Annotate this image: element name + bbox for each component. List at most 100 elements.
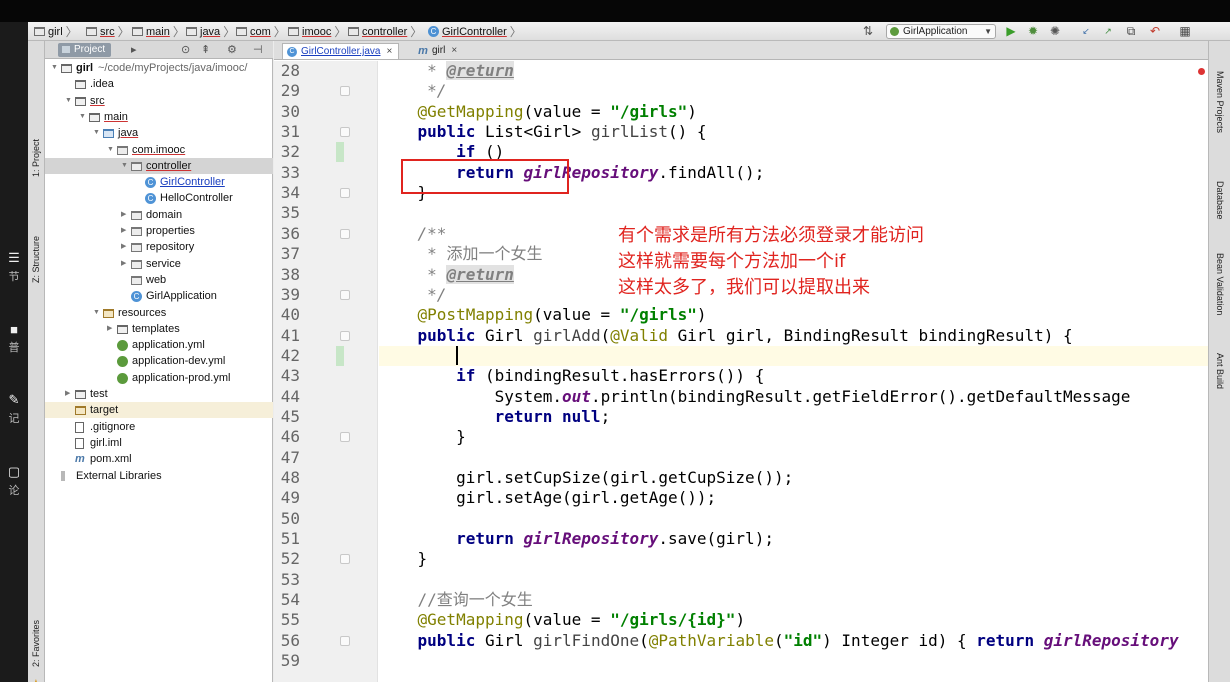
project-view-selector[interactable]: Project xyxy=(58,43,112,57)
fold-marker-icon[interactable] xyxy=(340,289,350,300)
fold-marker-icon[interactable] xyxy=(340,554,350,565)
structure-tool-tab[interactable]: Z: Structure xyxy=(28,213,45,283)
code-line[interactable]: */ xyxy=(379,81,1208,101)
tree-item-girl[interactable]: ▼ girl ~/code/myProjects/java/imooc/ xyxy=(45,60,273,76)
tree-item-application-yml[interactable]: application.yml xyxy=(45,337,273,353)
chevron-right-icon[interactable]: ▶ xyxy=(65,386,73,402)
code-line[interactable]: //查询一个女生 xyxy=(379,590,1208,610)
code-line[interactable]: girl.setCupSize(girl.getCupSize()); xyxy=(379,468,1208,488)
breadcrumb-girlcontroller[interactable]: C GirlController 〉 xyxy=(428,24,522,39)
code-line[interactable] xyxy=(379,651,1208,671)
breadcrumb-imooc[interactable]: imooc 〉 xyxy=(288,24,346,39)
tree-item-girlapplication[interactable]: C GirlApplication xyxy=(45,288,273,304)
tree-item-external-libraries[interactable]: External Libraries xyxy=(45,468,273,484)
fold-marker-icon[interactable] xyxy=(340,330,350,341)
close-icon[interactable]: × xyxy=(386,46,392,57)
code-line[interactable]: } xyxy=(379,427,1208,447)
code-line[interactable]: public List<Girl> girlList() { xyxy=(379,122,1208,142)
project-tool-tab[interactable]: 1: Project xyxy=(28,117,45,177)
run-configuration-select[interactable]: GirlApplication ▼ xyxy=(886,24,996,39)
breadcrumb-java[interactable]: java 〉 xyxy=(186,24,235,39)
tree-item-idea[interactable]: .idea xyxy=(45,76,273,92)
tree-item-main[interactable]: ▼ main xyxy=(45,109,273,125)
code-line[interactable]: } xyxy=(379,549,1208,569)
tree-item-domain[interactable]: ▶ domain xyxy=(45,207,273,223)
tree-item-properties[interactable]: ▶ properties xyxy=(45,223,273,239)
fold-marker-icon[interactable] xyxy=(340,86,350,97)
code-line[interactable] xyxy=(379,345,1208,366)
code-line[interactable]: return null; xyxy=(379,407,1208,427)
breadcrumb-main[interactable]: main 〉 xyxy=(132,24,185,39)
chevron-right-icon[interactable]: ▸ xyxy=(131,43,137,56)
tree-item-gitignore[interactable]: .gitignore xyxy=(45,419,273,435)
tree-item-girl-iml[interactable]: girl.iml xyxy=(45,435,273,451)
fold-marker-icon[interactable] xyxy=(340,127,350,138)
tree-item-com-imooc[interactable]: ▼ com.imooc xyxy=(45,142,273,158)
code-area[interactable]: * @return */ @GetMapping(value = "/girls… xyxy=(379,61,1208,682)
bean-validation-tab[interactable]: Bean Validation xyxy=(1213,253,1229,339)
coverage-icon[interactable]: ✺ xyxy=(1048,24,1062,39)
tree-item-pom-xml[interactable]: m pom.xml xyxy=(45,451,273,467)
chevron-down-icon[interactable]: ▼ xyxy=(93,125,101,141)
chevron-right-icon[interactable]: ▶ xyxy=(107,321,115,337)
tree-item-hellocontroller[interactable]: C HelloController xyxy=(45,190,273,206)
code-line[interactable]: girl.setAge(girl.getAge()); xyxy=(379,488,1208,508)
code-line[interactable]: public Girl girlFindOne(@PathVariable("i… xyxy=(379,631,1208,651)
maven-projects-tab[interactable]: Maven Projects xyxy=(1213,71,1229,161)
run-icon[interactable]: ▶ xyxy=(1004,24,1018,39)
project-structure-icon[interactable]: ▦ xyxy=(1178,24,1192,39)
debug-icon[interactable]: ✹ xyxy=(1026,24,1040,39)
tree-item-java[interactable]: ▼ java xyxy=(45,125,273,141)
chevron-down-icon[interactable]: ▼ xyxy=(51,60,59,76)
chevron-right-icon[interactable]: ▶ xyxy=(121,256,129,272)
chevron-down-icon[interactable]: ▼ xyxy=(93,305,101,321)
code-line[interactable] xyxy=(379,203,1208,223)
project-tool-icon[interactable] xyxy=(28,45,45,57)
fold-marker-icon[interactable] xyxy=(340,188,350,199)
fold-marker-icon[interactable] xyxy=(340,635,350,646)
tree-item-test[interactable]: ▶ test xyxy=(45,386,273,402)
error-marker-icon[interactable] xyxy=(1198,68,1205,75)
chevron-down-icon[interactable]: ▼ xyxy=(79,109,87,125)
code-line[interactable]: * @return xyxy=(379,61,1208,81)
collapse-all-icon[interactable]: ⇞ xyxy=(201,43,210,56)
breadcrumb-src[interactable]: src 〉 xyxy=(86,24,130,39)
tree-item-application-dev-yml[interactable]: application-dev.yml xyxy=(45,353,273,369)
fold-marker-icon[interactable] xyxy=(340,228,350,239)
fold-marker-icon[interactable] xyxy=(340,432,350,443)
tab-girlcontroller[interactable]: C GirlController.java × xyxy=(282,43,400,59)
vcs-update-icon[interactable]: ↙ xyxy=(1078,24,1094,39)
chevron-down-icon[interactable]: ▼ xyxy=(121,158,129,174)
code-line[interactable]: @GetMapping(value = "/girls") xyxy=(379,102,1208,122)
quality-button[interactable]: ■ 普 xyxy=(0,322,28,355)
breadcrumb-girl[interactable]: girl 〉 xyxy=(34,24,78,39)
tree-item-controller[interactable]: ▼ controller xyxy=(45,157,273,174)
tree-item-service[interactable]: ▶ service xyxy=(45,256,273,272)
breadcrumb-com[interactable]: com 〉 xyxy=(236,24,286,39)
revert-icon[interactable]: ↶ xyxy=(1148,24,1162,39)
comments-button[interactable]: ▢ 论 xyxy=(0,464,28,498)
vcs-commit-icon[interactable]: ↗ xyxy=(1100,24,1116,39)
tree-item-repository[interactable]: ▶ repository xyxy=(45,239,273,255)
code-line[interactable]: @PostMapping(value = "/girls") xyxy=(379,305,1208,325)
code-line[interactable]: System.out.println(bindingResult.getFiel… xyxy=(379,387,1208,407)
tree-item-application-prod-yml[interactable]: application-prod.yml xyxy=(45,370,273,386)
tree-item-src[interactable]: ▼ src xyxy=(45,93,273,109)
breadcrumb-controller[interactable]: controller 〉 xyxy=(348,24,422,39)
tree-item-girlcontroller[interactable]: C GirlController xyxy=(45,174,273,190)
code-line[interactable]: public Girl girlAdd(@Valid Girl girl, Bi… xyxy=(379,326,1208,346)
chevron-down-icon[interactable]: ▼ xyxy=(65,93,73,109)
notes-button[interactable]: ✎ 记 xyxy=(0,392,28,426)
code-line[interactable]: if (bindingResult.hasErrors()) { xyxy=(379,366,1208,386)
close-icon[interactable]: × xyxy=(451,45,457,56)
code-line[interactable]: @GetMapping(value = "/girls/{id}") xyxy=(379,610,1208,630)
compare-icon[interactable]: ⧉ xyxy=(1124,24,1138,39)
favorites-tool-tab[interactable]: 2: Favorites xyxy=(28,601,45,667)
build-icon[interactable]: ⇅ xyxy=(861,24,875,39)
code-line[interactable] xyxy=(379,570,1208,590)
chevron-right-icon[interactable]: ▶ xyxy=(121,239,129,255)
scroll-from-source-icon[interactable]: ⊙ xyxy=(181,43,190,56)
code-line[interactable] xyxy=(379,509,1208,529)
chapter-button[interactable]: ☰ 节 xyxy=(0,250,28,284)
chevron-right-icon[interactable]: ▶ xyxy=(121,207,129,223)
